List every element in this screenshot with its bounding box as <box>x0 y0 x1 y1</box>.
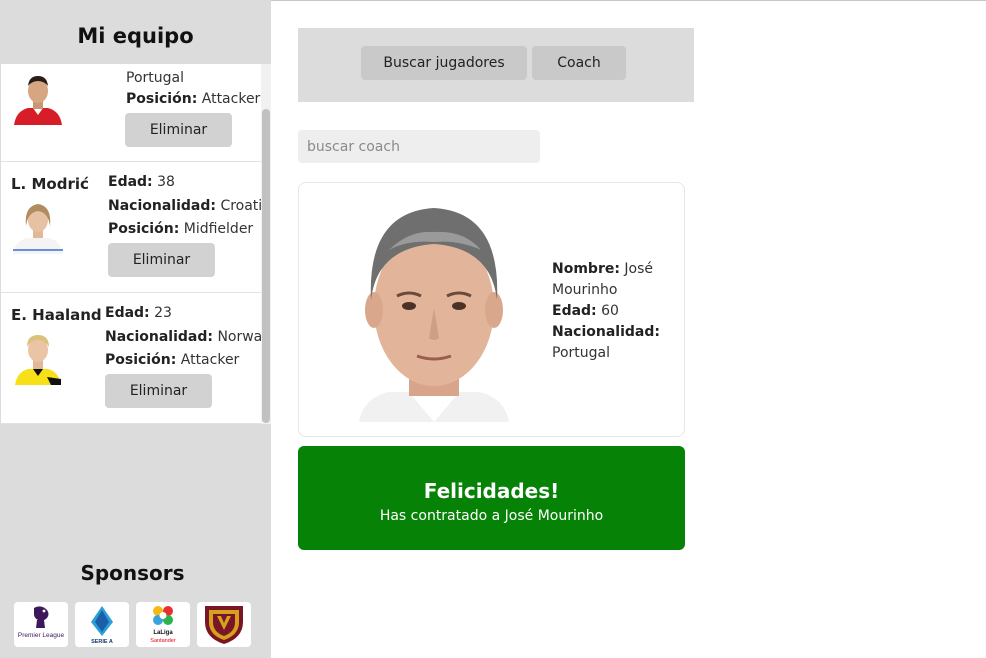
coach-card: Nombre: José Mourinho Edad: 60 Nacionali… <box>298 182 685 437</box>
remove-player-button[interactable]: Eliminar <box>108 243 215 277</box>
sponsors-title: Sponsors <box>80 561 185 585</box>
serie-a-logo-text: SERIE A <box>91 639 113 645</box>
player-name: E. Haaland <box>11 306 102 324</box>
player-age: Edad: 23 <box>105 305 172 321</box>
player-nationality: Nacionalidad: Norway <box>105 329 271 345</box>
remove-player-button[interactable]: Eliminar <box>125 113 232 147</box>
coach-age-line: Edad: 60 <box>552 303 619 319</box>
coach-name-line: Nombre: José Mourinho <box>552 261 654 298</box>
player-nationality: Portugal <box>126 70 184 86</box>
search-coach-input[interactable] <box>298 130 540 163</box>
player-position: Posición: Attacker <box>105 352 240 368</box>
player-position: Posición: Attacker <box>126 91 261 107</box>
remove-player-button[interactable]: Eliminar <box>105 374 212 408</box>
team-title: Mi equipo <box>77 24 194 48</box>
coach-info: Nombre: José Mourinho Edad: 60 Nacionali… <box>552 259 672 364</box>
player-age: Edad: 38 <box>108 174 175 190</box>
premier-league-logo: Premier League <box>14 602 68 647</box>
venezuela-federation-logo <box>197 602 251 647</box>
player-nationality: Nacionalidad: Croatia <box>108 198 271 214</box>
scrollbar-thumb[interactable] <box>262 109 270 423</box>
laliga-logo: LaLiga Santander <box>136 602 190 647</box>
team-list[interactable]: Portugal Posición: Attacker Eliminar L. … <box>1 64 271 424</box>
tab-bar: Buscar jugadores Coach <box>298 28 694 102</box>
tab-search-players[interactable]: Buscar jugadores <box>361 46 527 80</box>
player-card: Portugal Posición: Attacker Eliminar <box>1 64 261 162</box>
premier-league-logo-text: Premier League <box>18 632 65 639</box>
serie-a-logo: SERIE A <box>75 602 129 647</box>
player-photo-modric <box>11 198 65 254</box>
svg-text:Santander: Santander <box>150 638 176 644</box>
success-message: Has contratado a José Mourinho <box>379 508 604 524</box>
player-position: Posición: Midfielder <box>108 221 254 237</box>
player-photo-haaland <box>11 329 65 385</box>
svg-text:LaLiga: LaLiga <box>153 630 173 636</box>
player-card: E. Haaland Edad: 23 Nacionalidad: Norway… <box>1 293 271 424</box>
tab-coach[interactable]: Coach <box>532 46 626 80</box>
success-title: Felicidades! <box>423 479 560 503</box>
coach-photo <box>349 200 519 422</box>
player-card: L. Modrić Edad: 38 Nacionalidad: Croatia… <box>1 162 271 293</box>
sidebar: Mi equipo Portugal Posición: Attacker El… <box>0 0 271 658</box>
player-photo-ronaldo <box>11 69 65 125</box>
coach-nationality-line: Nacionalidad: Portugal <box>552 324 660 361</box>
player-name: L. Modrić <box>11 175 89 193</box>
success-banner: Felicidades! Has contratado a José Mouri… <box>298 446 685 550</box>
